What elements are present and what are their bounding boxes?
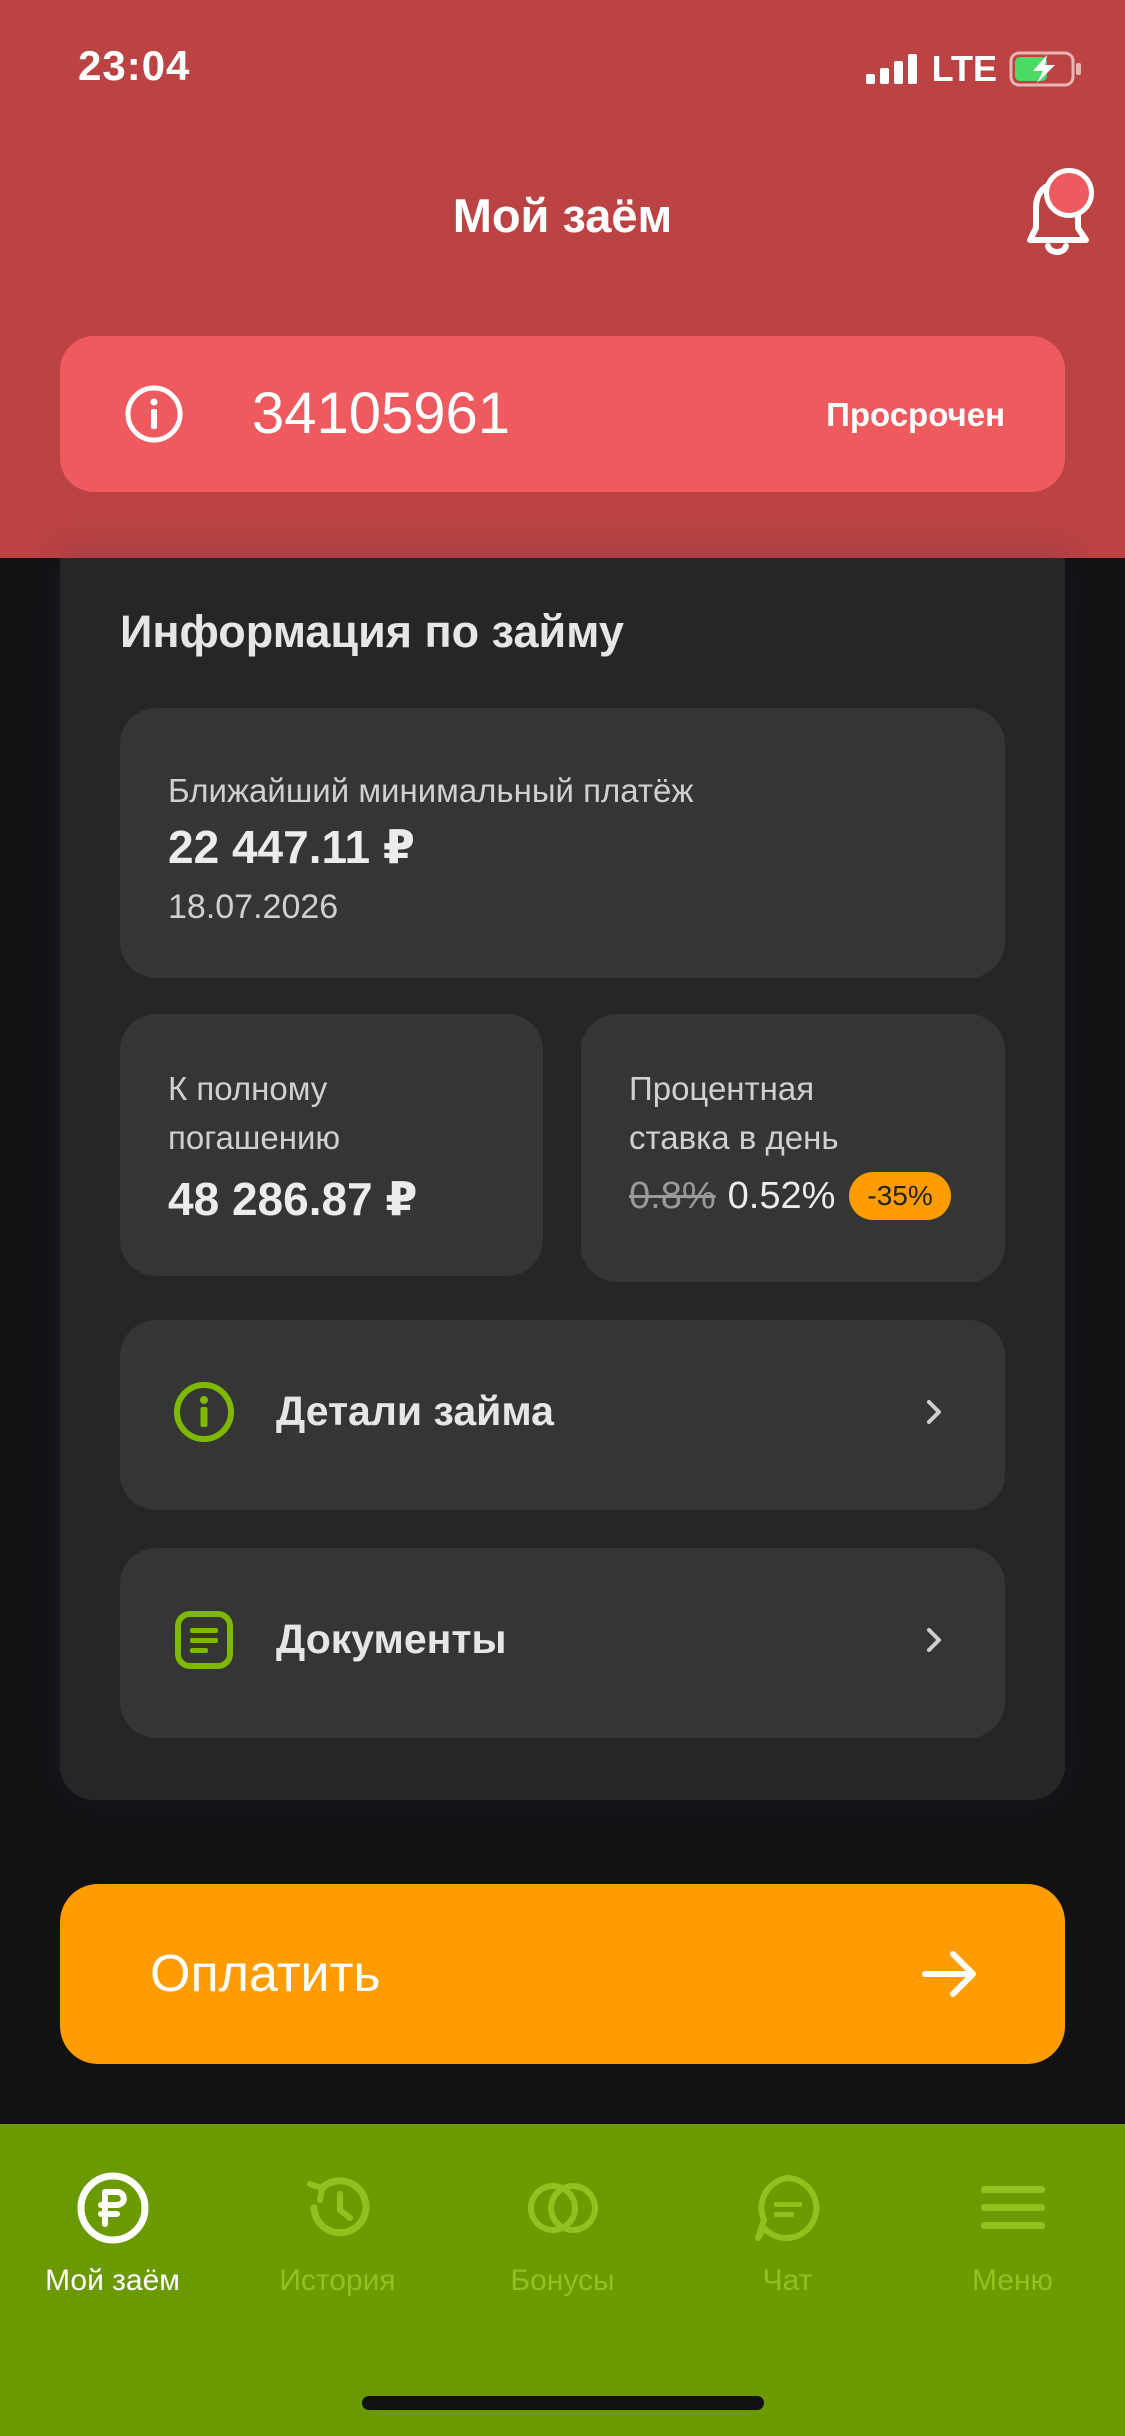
header: 23:04 LTE Мой заём 34105961 Просрочен xyxy=(0,0,1125,558)
tab-bonuses[interactable]: Бонусы xyxy=(450,2170,675,2298)
loan-details-button[interactable]: Детали займа xyxy=(120,1320,1005,1510)
status-indicators: LTE xyxy=(865,48,1083,90)
full-repayment-tile: К полному погашению 48 286.87 ₽ xyxy=(120,1014,543,1276)
daily-rate-tile: Процентная ставка в день 0.8% 0.52% -35% xyxy=(581,1014,1005,1282)
pay-button-label: Оплатить xyxy=(150,1945,381,2003)
menu-icon xyxy=(980,2186,1045,2229)
loan-number: 34105961 xyxy=(252,381,511,446)
loan-status: Просрочен xyxy=(826,396,1005,433)
loan-details-label: Детали займа xyxy=(276,1388,554,1434)
home-indicator xyxy=(362,2396,764,2410)
battery-charging-icon xyxy=(1009,51,1081,87)
network-type: LTE xyxy=(931,48,997,89)
old-rate: 0.8% xyxy=(629,1174,716,1217)
full-repayment-amount: 48 286.87 ₽ xyxy=(168,1173,418,1225)
daily-rate-label-line2: ставка в день xyxy=(629,1119,839,1156)
info-icon xyxy=(125,385,183,443)
tab-label: Бонусы xyxy=(510,2264,615,2297)
tab-chat[interactable]: Чат xyxy=(675,2170,900,2298)
page-title: Мой заём xyxy=(452,189,673,242)
tab-label: Мой заём xyxy=(45,2264,180,2297)
documents-button[interactable]: Документы xyxy=(120,1548,1005,1738)
next-payment-date: 18.07.2026 xyxy=(168,888,339,926)
tab-history[interactable]: История xyxy=(225,2170,450,2298)
arrow-right-icon xyxy=(922,1951,976,1997)
chevron-right-icon xyxy=(927,1628,941,1652)
tab-menu[interactable]: Меню xyxy=(900,2170,1125,2298)
loan-status-bar[interactable]: 34105961 Просрочен xyxy=(60,336,1065,492)
full-repayment-label-line1: К полному xyxy=(168,1070,328,1107)
chevron-right-icon xyxy=(927,1400,941,1424)
next-payment-label: Ближайший минимальный платёж xyxy=(168,772,694,809)
tab-label: История xyxy=(279,2264,396,2297)
bonus-icon xyxy=(527,2183,598,2233)
current-rate: 0.52% xyxy=(727,1174,836,1217)
card-title: Информация по займу xyxy=(120,606,624,657)
next-payment-amount: 22 447.11 ₽ xyxy=(168,821,415,873)
info-circle-icon xyxy=(174,1382,234,1442)
ruble-icon xyxy=(77,2172,148,2244)
rate-row: 0.8% 0.52% -35% xyxy=(629,1172,951,1220)
loan-info-card: Информация по займу Ближайший минимальны… xyxy=(60,558,1065,1800)
full-repayment-label-line2: погашению xyxy=(168,1119,341,1156)
chat-icon xyxy=(754,2175,819,2241)
tab-label: Меню xyxy=(971,2264,1054,2297)
notification-badge xyxy=(1044,168,1094,218)
documents-label: Документы xyxy=(276,1616,507,1662)
daily-rate-label-line1: Процентная xyxy=(629,1070,815,1107)
tab-bar: Мой заём История Бонусы Чат Меню xyxy=(0,2124,1125,2436)
tab-my-loan[interactable]: Мой заём xyxy=(0,2170,225,2298)
history-icon xyxy=(306,2177,369,2237)
signal-icon xyxy=(865,54,917,84)
next-payment-tile: Ближайший минимальный платёж 22 447.11 ₽… xyxy=(120,708,1005,978)
pay-button[interactable]: Оплатить xyxy=(60,1884,1065,2064)
tab-label: Чат xyxy=(762,2264,813,2297)
document-icon xyxy=(175,1611,233,1669)
status-time: 23:04 xyxy=(78,42,191,89)
discount-badge: -35% xyxy=(849,1172,951,1220)
